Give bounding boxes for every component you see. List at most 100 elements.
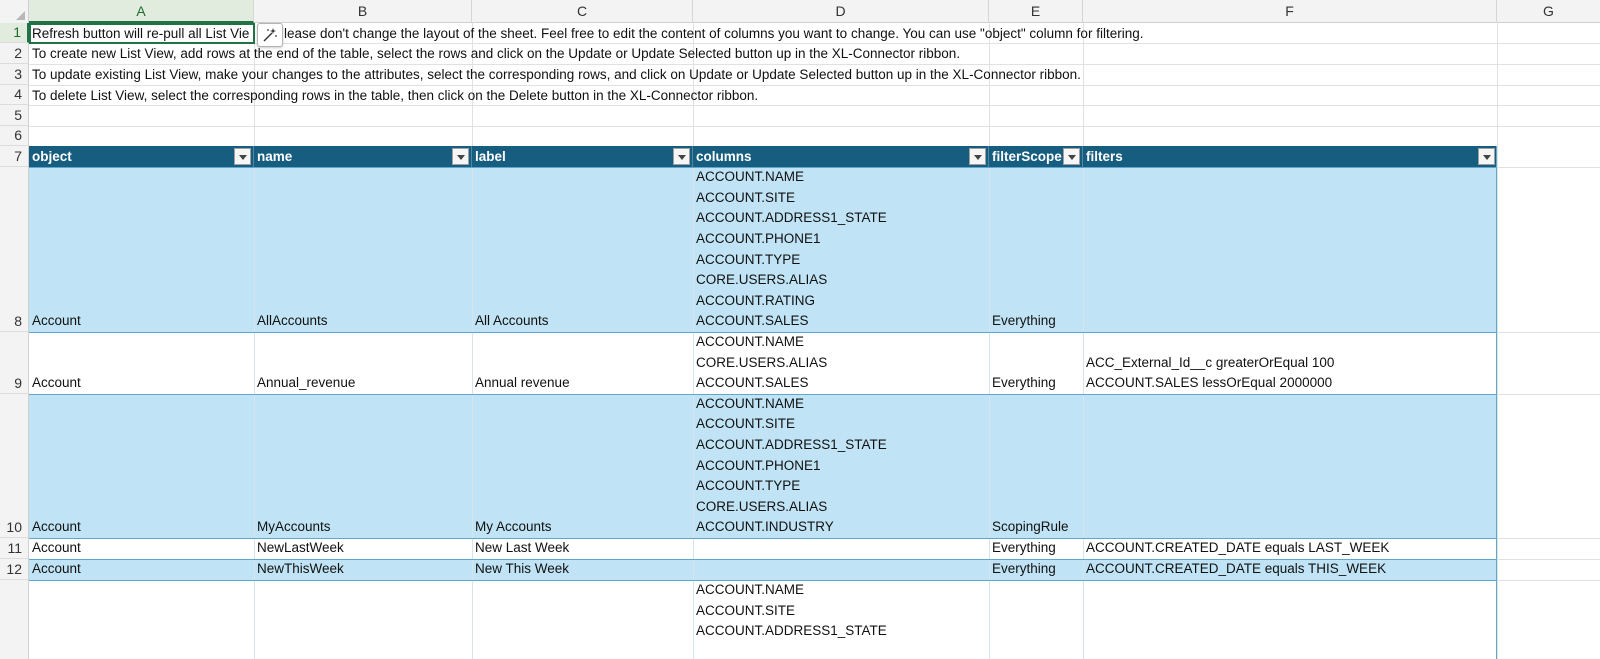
filter-dropdown-icon[interactable] <box>234 148 251 165</box>
table-cell-filterscope[interactable]: Everything <box>989 559 1083 580</box>
table-cell-label[interactable]: My Accounts <box>472 394 693 538</box>
row-header-11[interactable]: 11 <box>0 538 29 559</box>
select-all-corner[interactable] <box>0 0 29 23</box>
column-header-c[interactable]: C <box>472 0 693 23</box>
cell-line: ACCOUNT.CREATED_DATE equals LAST_WEEK <box>1086 540 1390 556</box>
column-header-g[interactable]: G <box>1497 0 1600 23</box>
row-header-6[interactable]: 6 <box>0 126 29 146</box>
table-cell-label[interactable]: All Accounts <box>472 167 693 332</box>
table-cell-columns[interactable] <box>693 538 989 559</box>
column-header-e[interactable]: E <box>989 0 1083 23</box>
table-cell-columns[interactable]: ACCOUNT.NAME ACCOUNT.SITE ACCOUNT.ADDRESS1… <box>693 167 989 332</box>
table-cell-filterscope[interactable]: Everything <box>989 538 1083 559</box>
row-header-12[interactable]: 12 <box>0 559 29 580</box>
cell-line: ACC_External_Id__c greaterOrEqual 100 <box>1086 354 1335 370</box>
table-cell-filters[interactable]: ACCOUNT.CREATED_DATE equals LAST_WEEK <box>1083 538 1497 559</box>
row-header-9[interactable]: 9 <box>0 332 29 394</box>
table-cell-filters[interactable] <box>1083 167 1497 332</box>
table-cell-object[interactable] <box>29 580 254 659</box>
table-cell-columns[interactable] <box>693 559 989 580</box>
table-cell-object[interactable]: Account <box>29 538 254 559</box>
column-header-f[interactable]: F <box>1083 0 1497 23</box>
row-header-13[interactable] <box>0 580 29 659</box>
table-cell-columns[interactable]: ACCOUNT.NAME ACCOUNT.SITE ACCOUNT.ADDRESS1… <box>693 580 989 659</box>
row-header-10[interactable]: 10 <box>0 394 29 538</box>
table-cell-filters[interactable]: ACC_External_Id__c greaterOrEqual 100 ACC… <box>1083 332 1497 394</box>
cell-line: ACCOUNT.INDUSTRY <box>696 519 834 535</box>
filter-dropdown-icon[interactable] <box>452 148 469 165</box>
table-header-name: name <box>254 146 472 167</box>
cell-line: Annual revenue <box>475 375 570 391</box>
table-cell-name[interactable]: NewLastWeek <box>254 538 472 559</box>
table-cell-filters[interactable]: ACCOUNT.CREATED_DATE equals THIS_WEEK <box>1083 559 1497 580</box>
spreadsheet: A B C D E F G 1 2 3 4 5 6 7 8 9 10 11 12… <box>0 0 1600 659</box>
table-cell-filterscope[interactable]: ScopingRule <box>989 394 1083 538</box>
row-header-4[interactable]: 4 <box>0 85 29 105</box>
cell-line: ACCOUNT.ADDRESS1_STATE <box>696 437 887 453</box>
cell-line: ACCOUNT.SALES <box>696 375 809 391</box>
cell-line: ACCOUNT.PHONE1 <box>696 231 821 247</box>
table-cell-columns[interactable]: ACCOUNT.NAME ACCOUNT.SITE ACCOUNT.ADDRESS1… <box>693 394 989 538</box>
table-cell-object[interactable]: Account <box>29 167 254 332</box>
cell-line: ScopingRule <box>992 519 1069 535</box>
cell-line: New Last Week <box>475 540 570 556</box>
table-cell-columns[interactable]: ACCOUNT.NAME CORE.USERS.ALIAS ACCOUNT.SALE… <box>693 332 989 394</box>
table-cell-label[interactable]: New Last Week <box>472 538 693 559</box>
table-cell-object[interactable]: Account <box>29 394 254 538</box>
cell-line: CORE.USERS.ALIAS <box>696 498 828 514</box>
table-cell-label[interactable] <box>472 580 693 659</box>
row-header-5[interactable]: 5 <box>0 105 29 126</box>
table-cell-object[interactable]: Account <box>29 332 254 394</box>
cell-line: Everything <box>992 561 1056 577</box>
table-cell-name[interactable]: AllAccounts <box>254 167 472 332</box>
table-cell-name[interactable]: NewThisWeek <box>254 559 472 580</box>
cell-line: Account <box>32 313 81 329</box>
table-cell-filters[interactable] <box>1083 580 1497 659</box>
filter-dropdown-icon[interactable] <box>673 148 690 165</box>
note-refresh-continued: lease don't change the layout of the she… <box>284 26 1144 41</box>
table-cell-object[interactable]: Account <box>29 559 254 580</box>
table-cell-filterscope[interactable] <box>989 580 1083 659</box>
active-cell-a1[interactable] <box>29 23 255 44</box>
table-cell-name[interactable]: MyAccounts <box>254 394 472 538</box>
table-cell-filterscope[interactable]: Everything <box>989 332 1083 394</box>
row-header-2[interactable]: 2 <box>0 43 29 64</box>
table-header-filterscope: filterScope <box>989 146 1083 167</box>
table-cell-filterscope[interactable]: Everything <box>989 167 1083 332</box>
cell-line: NewThisWeek <box>257 561 344 577</box>
table-cell-name[interactable] <box>254 580 472 659</box>
cell-line: ACCOUNT.SITE <box>696 416 796 432</box>
row-header-1[interactable]: 1 <box>0 23 29 43</box>
cell-line: ACCOUNT.ADDRESS1_STATE <box>696 210 887 226</box>
cell-line: Account <box>32 375 81 391</box>
note-delete: To delete List View, select the correspo… <box>32 88 759 103</box>
table-cell-label[interactable]: New This Week <box>472 559 693 580</box>
column-header-b[interactable]: B <box>254 0 472 23</box>
filter-dropdown-icon[interactable] <box>1478 148 1495 165</box>
column-header-d[interactable]: D <box>693 0 989 23</box>
cell-line: ACCOUNT.NAME <box>696 334 805 350</box>
cell-line: Account <box>32 561 81 577</box>
table-cell-name[interactable]: Annual_revenue <box>254 332 472 394</box>
cell-line: Account <box>32 540 81 556</box>
cell-line: ACCOUNT.SALES <box>696 313 809 329</box>
table-cell-label[interactable]: Annual revenue <box>472 332 693 394</box>
table-header-object: object <box>29 146 254 167</box>
table-header-columns: columns <box>693 146 989 167</box>
table-cell-filters[interactable] <box>1083 394 1497 538</box>
cell-line: CORE.USERS.ALIAS <box>696 272 828 288</box>
cell-line: Annual_revenue <box>257 375 356 391</box>
cell-line: ACCOUNT.NAME <box>696 395 805 411</box>
quick-analysis-button[interactable] <box>257 23 283 47</box>
filter-dropdown-icon[interactable] <box>1063 148 1080 165</box>
cell-line: ACCOUNT.TYPE <box>696 251 801 267</box>
note-create: To create new List View, add rows at the… <box>32 46 961 61</box>
cell-line: Account <box>32 519 81 535</box>
row-header-8[interactable]: 8 <box>0 167 29 332</box>
column-header-a[interactable]: A <box>29 0 254 23</box>
row-header-7[interactable]: 7 <box>0 146 29 167</box>
filter-dropdown-icon[interactable] <box>969 148 986 165</box>
cell-line: All Accounts <box>475 313 549 329</box>
cell-line: ACCOUNT.NAME <box>696 582 805 597</box>
row-header-3[interactable]: 3 <box>0 64 29 85</box>
